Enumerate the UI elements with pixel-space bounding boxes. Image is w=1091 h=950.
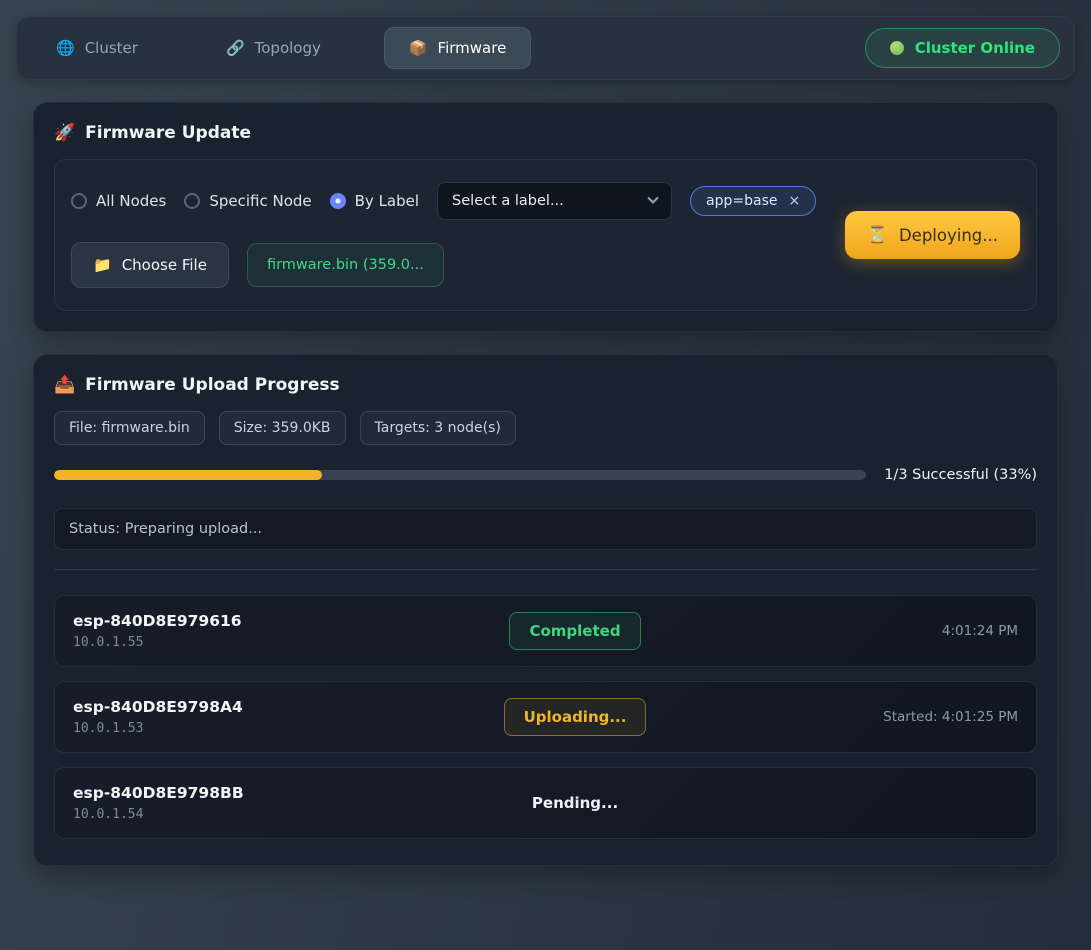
folder-icon: 📁: [93, 256, 112, 274]
label-select-placeholder: Select a label...: [452, 193, 564, 209]
cluster-online-badge: Cluster Online: [865, 28, 1060, 68]
node-name: esp-840D8E979616: [73, 612, 427, 630]
radio-all-nodes[interactable]: All Nodes: [71, 192, 166, 210]
label-tag: app=base ×: [690, 186, 816, 216]
radio-by-label-label: By Label: [355, 192, 419, 210]
progress-fill: [54, 470, 322, 480]
node-row: esp-840D8E9798BB 10.0.1.54 Pending...: [54, 767, 1037, 839]
radio-all-nodes-label: All Nodes: [96, 192, 166, 210]
progress-track: [54, 470, 866, 480]
upload-progress-title-text: Firmware Upload Progress: [85, 375, 339, 395]
selected-file-chip: firmware.bin (359.0...: [247, 243, 444, 287]
firmware-update-card: 🚀 Firmware Update All Nodes Specific Nod…: [33, 102, 1058, 332]
node-timestamp: 4:01:24 PM: [723, 623, 1018, 639]
target-select-row: All Nodes Specific Node By Label Select …: [71, 182, 816, 220]
firmware-update-title: 🚀 Firmware Update: [54, 123, 1037, 143]
node-status: Pending...: [427, 785, 722, 821]
node-ip: 10.0.1.55: [73, 635, 427, 650]
package-icon: 📦: [409, 39, 428, 57]
choose-file-label: Choose File: [122, 256, 207, 274]
node-list: esp-840D8E979616 10.0.1.55 Completed 4:0…: [54, 595, 1037, 839]
tab-firmware[interactable]: 📦 Firmware: [384, 27, 531, 69]
choose-file-button[interactable]: 📁 Choose File: [71, 242, 229, 288]
node-status: Completed: [427, 612, 722, 650]
selected-file-name: firmware.bin (359.0...: [267, 257, 424, 273]
progress-row: 1/3 Successful (33%): [54, 467, 1037, 483]
main-content: 🚀 Firmware Update All Nodes Specific Nod…: [33, 102, 1058, 866]
file-size-badge: Size: 359.0KB: [219, 411, 346, 445]
node-ip: 10.0.1.54: [73, 807, 427, 822]
upload-progress-title: 📤 Firmware Upload Progress: [54, 375, 1037, 395]
update-form-fields: All Nodes Specific Node By Label Select …: [71, 182, 816, 288]
upload-status-text: Status: Preparing upload...: [69, 521, 262, 537]
node-status: Uploading...: [427, 698, 722, 736]
radio-specific-node[interactable]: Specific Node: [184, 192, 311, 210]
node-ip: 10.0.1.53: [73, 721, 427, 736]
upload-meta-row: File: firmware.bin Size: 359.0KB Targets…: [54, 411, 1037, 445]
outbox-tray-icon: 📤: [54, 375, 75, 395]
deploy-button-label: Deploying...: [899, 226, 998, 245]
targets-badge: Targets: 3 node(s): [360, 411, 516, 445]
nav-tabs: 🌐 Cluster 🔗 Topology 📦 Firmware: [31, 27, 531, 69]
node-status-badge: Pending...: [532, 785, 618, 821]
upload-status-box: Status: Preparing upload...: [54, 508, 1037, 550]
node-timestamp: Started: 4:01:25 PM: [723, 709, 1018, 725]
tab-firmware-label: Firmware: [438, 39, 507, 57]
green-dot-icon: [890, 41, 904, 55]
tab-cluster[interactable]: 🌐 Cluster: [31, 27, 163, 69]
firmware-update-title-text: Firmware Update: [85, 123, 251, 143]
hourglass-icon: ⏳: [867, 225, 888, 245]
node-name: esp-840D8E9798A4: [73, 698, 427, 716]
label-select[interactable]: Select a label...: [437, 182, 672, 220]
node-status-badge: Uploading...: [504, 698, 647, 736]
rocket-icon: 🚀: [54, 123, 75, 143]
node-row: esp-840D8E979616 10.0.1.55 Completed 4:0…: [54, 595, 1037, 667]
label-tag-text: app=base: [706, 193, 777, 209]
upload-progress-card: 📤 Firmware Upload Progress File: firmwar…: [33, 354, 1058, 866]
label-tag-remove-button[interactable]: ×: [789, 193, 801, 209]
tab-topology[interactable]: 🔗 Topology: [201, 27, 346, 69]
file-select-row: 📁 Choose File firmware.bin (359.0...: [71, 242, 816, 288]
globe-icon: 🌐: [56, 39, 75, 57]
deploy-button[interactable]: ⏳ Deploying...: [845, 211, 1020, 259]
top-nav: 🌐 Cluster 🔗 Topology 📦 Firmware Cluster …: [16, 16, 1075, 80]
section-divider: [54, 569, 1037, 570]
link-icon: 🔗: [226, 39, 245, 57]
node-name: esp-840D8E9798BB: [73, 784, 427, 802]
chevron-down-icon: [647, 193, 658, 204]
radio-specific-node-label: Specific Node: [209, 192, 311, 210]
radio-by-label[interactable]: By Label: [330, 192, 419, 210]
node-info: esp-840D8E9798A4 10.0.1.53: [73, 698, 427, 736]
node-info: esp-840D8E979616 10.0.1.55: [73, 612, 427, 650]
node-info: esp-840D8E9798BB 10.0.1.54: [73, 784, 427, 822]
radio-circle-icon: [184, 193, 200, 209]
node-status-badge: Completed: [509, 612, 640, 650]
radio-circle-icon: [71, 193, 87, 209]
file-name-badge: File: firmware.bin: [54, 411, 205, 445]
tab-topology-label: Topology: [255, 39, 321, 57]
progress-label: 1/3 Successful (33%): [884, 467, 1037, 483]
update-form-panel: All Nodes Specific Node By Label Select …: [54, 159, 1037, 311]
tab-cluster-label: Cluster: [85, 39, 138, 57]
radio-circle-icon: [330, 193, 346, 209]
cluster-online-label: Cluster Online: [915, 39, 1035, 57]
node-row: esp-840D8E9798A4 10.0.1.53 Uploading... …: [54, 681, 1037, 753]
